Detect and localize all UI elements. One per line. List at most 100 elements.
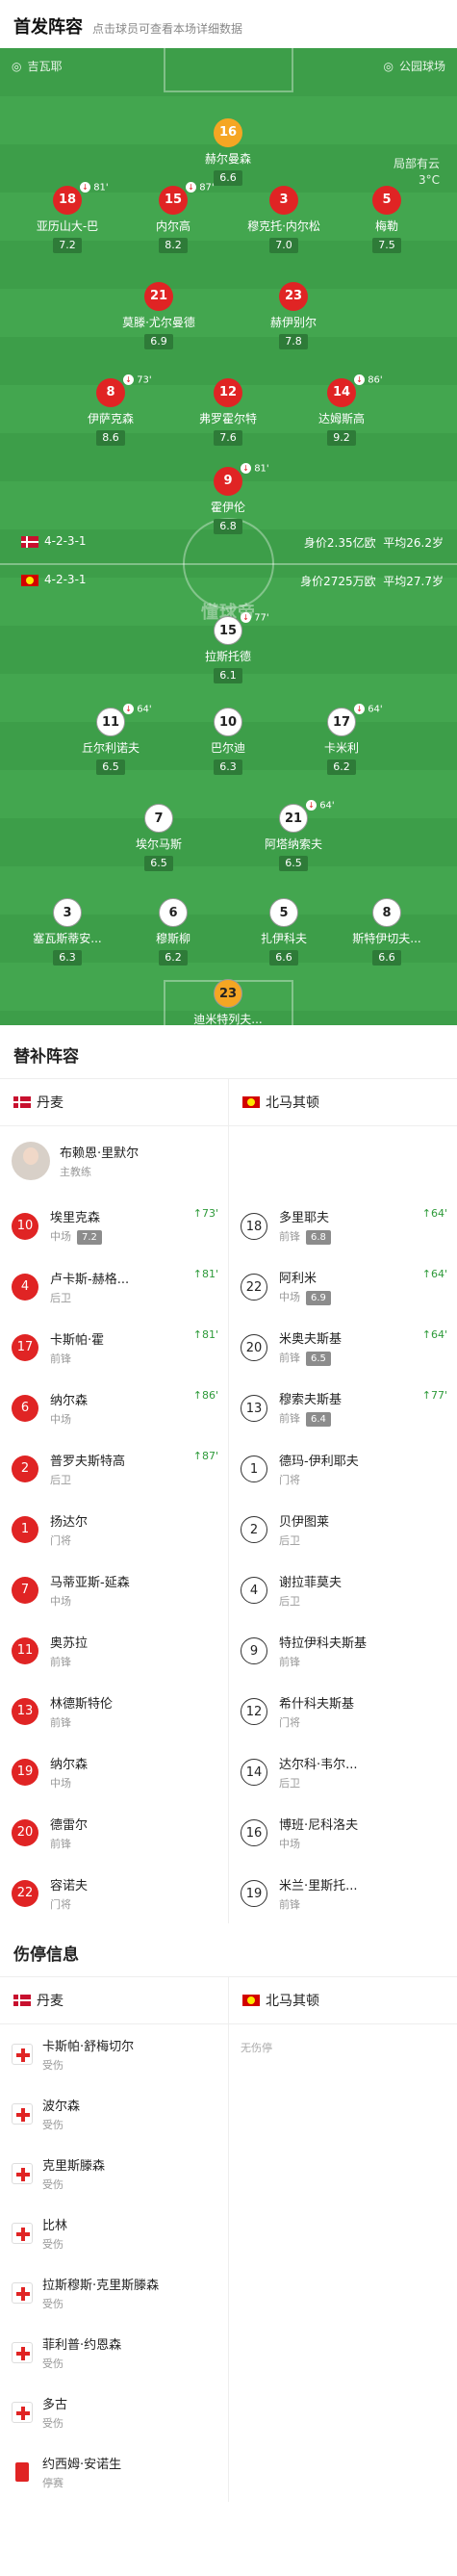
pitch-player[interactable]: 8 斯特伊切夫... 6.6 bbox=[343, 898, 430, 966]
sub-name: 特拉伊科夫斯基 bbox=[279, 1636, 368, 1651]
sub-player-row[interactable]: 14 达尔科·韦尔... 后卫 bbox=[229, 1741, 457, 1802]
pitch-player[interactable]: 18 ↓ 81' 亚历山大-巴 7.2 bbox=[24, 182, 111, 253]
player-name: 扎伊科夫 bbox=[260, 932, 307, 945]
sub-name: 马蒂亚斯-延森 bbox=[50, 1575, 130, 1590]
injury-row[interactable]: 克里斯滕森 受伤 bbox=[0, 2144, 228, 2203]
venue-right: ◎ 公园球场 bbox=[383, 59, 446, 74]
sub-player-row[interactable]: 6 纳尔森 中场 ↑86' bbox=[0, 1378, 228, 1438]
injury-row[interactable]: 菲利普·约恩森 受伤 bbox=[0, 2323, 228, 2383]
player-rating: 6.3 bbox=[214, 760, 242, 775]
player-rating: 7.6 bbox=[214, 430, 242, 446]
sub-player-row[interactable]: 17 卡斯帕·霍 前锋 ↑81' bbox=[0, 1317, 228, 1378]
sub-number: 14 bbox=[241, 1758, 267, 1786]
sub-number: 20 bbox=[12, 1818, 38, 1846]
sub-player-row[interactable]: 22 阿利米 中场 6.9 ↑64' bbox=[229, 1256, 457, 1317]
pitch-player[interactable]: 12 弗罗霍尔特 7.6 bbox=[185, 378, 271, 446]
sub-player-row[interactable]: 9 特拉伊科夫斯基 前锋 bbox=[229, 1620, 457, 1681]
pitch-player[interactable]: 16 赫尔曼森 6.6 bbox=[185, 118, 271, 186]
sub-player-row[interactable]: 19 纳尔森 中场 bbox=[0, 1741, 228, 1802]
player-name: 斯特伊切夫... bbox=[352, 932, 421, 945]
sub-player-row[interactable]: 10 埃里克森 中场 7.2 ↑73' bbox=[0, 1196, 228, 1256]
sub-number: 4 bbox=[12, 1273, 38, 1301]
injury-row[interactable]: 约西姆·安诺生 停赛 bbox=[0, 2442, 228, 2502]
venue-left: ◎ 吉瓦耶 bbox=[12, 59, 63, 74]
sub-number: 6 bbox=[12, 1394, 38, 1422]
medical-kit-icon bbox=[12, 2223, 33, 2244]
injured-player-name: 多古 bbox=[42, 2398, 68, 2412]
sub-in-arrow-icon: ↑ bbox=[192, 1268, 202, 1280]
sub-player-row[interactable]: 7 马蒂亚斯-延森 中场 bbox=[0, 1559, 228, 1620]
sub-position: 前锋 bbox=[279, 1412, 300, 1425]
sub-player-row[interactable]: 4 谢拉菲莫夫 后卫 bbox=[229, 1559, 457, 1620]
sub-player-row[interactable]: 13 林德斯特伦 前锋 bbox=[0, 1681, 228, 1741]
pitch-player[interactable]: 3 穆克托·内尔松 7.0 bbox=[241, 186, 327, 253]
player-number: 5 bbox=[372, 186, 401, 215]
pitch-player[interactable]: 23迪米特列夫...7.0 bbox=[185, 979, 271, 1025]
sub-number: 9 bbox=[241, 1636, 267, 1664]
sub-rating: 7.2 bbox=[77, 1230, 102, 1245]
injury-row[interactable]: 比林 受伤 bbox=[0, 2203, 228, 2263]
pitch-player[interactable]: 23 赫伊别尔 7.8 bbox=[250, 282, 337, 349]
sub-player-row[interactable]: 13 穆索夫斯基 前锋 6.4 ↑77' bbox=[229, 1378, 457, 1438]
sub-number: 12 bbox=[241, 1697, 267, 1725]
player-rating: 6.6 bbox=[269, 950, 298, 966]
sub-player-row[interactable]: 1 德玛-伊利耶夫 门将 bbox=[229, 1438, 457, 1499]
pitch-player[interactable]: 21 莫滕·尤尔曼德 6.9 bbox=[115, 282, 202, 349]
pitch-player[interactable]: 15 ↓ 87' 内尔高 8.2 bbox=[130, 182, 216, 253]
sub-in-indicator: ↑73' bbox=[192, 1207, 218, 1220]
coach-row[interactable]: 布赖恩·里默尔 主教练 bbox=[0, 1126, 228, 1196]
injury-status: 受伤 bbox=[42, 2178, 63, 2191]
pitch-player[interactable]: 9 ↓ 81' 霍伊伦 6.8 bbox=[185, 463, 271, 534]
pitch-player[interactable]: 6 穆斯柳 6.2 bbox=[130, 898, 216, 966]
sub-player-row[interactable]: 18 多里耶夫 前锋 6.8 ↑64' bbox=[229, 1196, 457, 1256]
sub-name: 纳尔森 bbox=[50, 1757, 89, 1772]
denmark-flag-icon bbox=[13, 1995, 31, 2006]
sub-in-arrow-icon: ↑ bbox=[192, 1389, 202, 1402]
sub-player-row[interactable]: 20 德雷尔 前锋 bbox=[0, 1802, 228, 1863]
player-name: 内尔高 bbox=[155, 219, 190, 233]
sub-arrow-icon: ↓ bbox=[354, 374, 365, 385]
sub-position: 前锋 bbox=[279, 1655, 300, 1668]
sub-position: 前锋 bbox=[279, 1230, 300, 1243]
sub-off-indicator: ↓ 64' bbox=[354, 704, 383, 715]
player-name: 塞瓦斯蒂安... bbox=[33, 932, 102, 945]
pitch-player[interactable]: 11 ↓ 64' 丘尔利诺夫 6.5 bbox=[67, 704, 154, 775]
pitch-player[interactable]: 8 ↓ 73' 伊萨克森 8.6 bbox=[67, 374, 154, 446]
injured-player-name: 比林 bbox=[42, 2219, 68, 2233]
sub-player-row[interactable]: 2 普罗夫斯特高 后卫 ↑87' bbox=[0, 1438, 228, 1499]
player-number: 3 bbox=[53, 898, 82, 927]
sub-position: 后卫 bbox=[279, 1776, 300, 1790]
pitch-player[interactable]: 17 ↓ 64' 卡米利 6.2 bbox=[298, 704, 385, 775]
sub-player-row[interactable]: 20 米奥夫斯基 前锋 6.5 ↑64' bbox=[229, 1317, 457, 1378]
injury-row[interactable]: 多古 受伤 bbox=[0, 2383, 228, 2442]
sub-player-row[interactable]: 12 希什科夫斯基 门将 bbox=[229, 1681, 457, 1741]
pitch-player[interactable]: 5 梅勒 7.5 bbox=[343, 186, 430, 253]
sub-off-indicator: ↓ 73' bbox=[123, 374, 152, 386]
sub-number: 13 bbox=[12, 1697, 38, 1725]
red-card-icon bbox=[15, 2462, 29, 2482]
player-name: 埃尔马斯 bbox=[135, 837, 182, 851]
pitch-player[interactable]: 21 ↓ 64' 阿塔纳索夫 6.5 bbox=[250, 800, 337, 871]
denmark-flag-icon bbox=[21, 535, 38, 548]
pitch-player[interactable]: 3 塞瓦斯蒂安... 6.3 bbox=[24, 898, 111, 966]
sub-position: 门将 bbox=[50, 1533, 71, 1547]
sub-player-row[interactable]: 11 奥苏拉 前锋 bbox=[0, 1620, 228, 1681]
pitch-player[interactable]: 7 埃尔马斯 6.5 bbox=[115, 804, 202, 871]
player-name: 丘尔利诺夫 bbox=[81, 741, 140, 755]
player-rating: 6.6 bbox=[372, 950, 401, 966]
sub-player-row[interactable]: 22 容诺夫 门将 bbox=[0, 1863, 228, 1923]
injury-row[interactable]: 卡斯帕·舒梅切尔 受伤 bbox=[0, 2024, 228, 2084]
injury-row[interactable]: 波尔森 受伤 bbox=[0, 2084, 228, 2144]
sub-player-row[interactable]: 16 博班·尼科洛夫 中场 bbox=[229, 1802, 457, 1863]
pitch-player[interactable]: 5 扎伊科夫 6.6 bbox=[241, 898, 327, 966]
pitch-player[interactable]: 15 ↓ 77' 拉斯托德 6.1 bbox=[185, 612, 271, 683]
injury-row[interactable]: 拉斯穆斯·克里斯滕森 受伤 bbox=[0, 2263, 228, 2323]
sub-position: 门将 bbox=[50, 1897, 71, 1911]
sub-player-row[interactable]: 1 扬达尔 门将 bbox=[0, 1499, 228, 1559]
sub-name: 米奥夫斯基 bbox=[279, 1332, 343, 1347]
pitch-player[interactable]: 10 巴尔迪 6.3 bbox=[185, 708, 271, 775]
pitch-player[interactable]: 14 ↓ 86' 达姆斯高 9.2 bbox=[298, 374, 385, 446]
sub-player-row[interactable]: 2 贝伊图莱 后卫 bbox=[229, 1499, 457, 1559]
sub-player-row[interactable]: 19 米兰·里斯托... 前锋 bbox=[229, 1863, 457, 1923]
sub-player-row[interactable]: 4 卢卡斯-赫格... 后卫 ↑81' bbox=[0, 1256, 228, 1317]
